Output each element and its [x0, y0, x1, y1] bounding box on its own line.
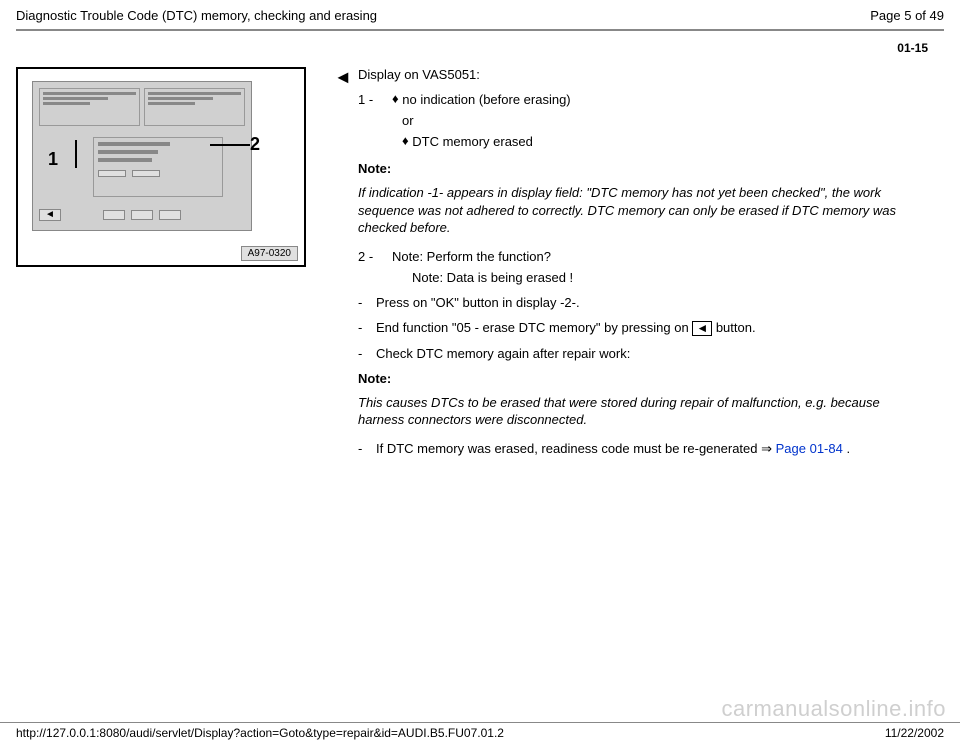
main-content: ◄ 1 2 A97-0320 ◄ Display on VAS5051:: [0, 67, 960, 477]
list-item-1b: ♦ DTC memory erased: [402, 134, 920, 149]
lead-text: Display on VAS5051:: [358, 67, 920, 82]
dialog-btn: [98, 170, 126, 177]
top-panel-right: [144, 88, 245, 126]
bottom-btn: [131, 210, 153, 220]
placeholder-line: [98, 142, 170, 146]
placeholder-line: [148, 92, 241, 95]
dash-bullet: -: [358, 441, 376, 457]
bottom-buttons: [103, 210, 181, 220]
callout-1: 1: [48, 149, 58, 170]
item-number: 2 -: [358, 249, 392, 264]
note-body: This causes DTCs to be erased that were …: [358, 394, 920, 429]
text-column: ◄ Display on VAS5051: 1 - ♦ no indicatio…: [326, 67, 944, 477]
pointer-arrow-icon: ◄: [334, 67, 358, 88]
content-body: Display on VAS5051: 1 - ♦ no indication …: [358, 67, 944, 467]
dialog-btn: [132, 170, 160, 177]
step-3: - Check DTC memory again after repair wo…: [358, 346, 920, 361]
or-separator: or: [402, 113, 920, 128]
diamond-bullet-icon: ♦: [402, 133, 409, 148]
placeholder-line: [43, 102, 90, 105]
screen-top-panels: [39, 88, 245, 126]
placeholder-line: [98, 158, 152, 162]
note-heading: Note:: [358, 371, 920, 386]
placeholder-line: [98, 150, 158, 154]
callout-2: 2: [250, 134, 260, 155]
step-4b: .: [843, 441, 850, 456]
dash-bullet: -: [358, 346, 376, 361]
item-1b-text: DTC memory erased: [409, 134, 533, 149]
dash-bullet: -: [358, 320, 376, 336]
note-body: If indication -1- appears in display fie…: [358, 184, 920, 237]
item-number: 1 -: [358, 92, 392, 107]
callout-1-leader: [75, 140, 77, 168]
step-1-text: Press on "OK" button in display -2-.: [376, 295, 580, 310]
step-4a: If DTC memory was erased, readiness code…: [376, 441, 776, 456]
step-2a: End function "05 - erase DTC memory" by …: [376, 320, 692, 335]
item-text: ♦ no indication (before erasing): [392, 92, 571, 107]
placeholder-line: [43, 92, 136, 95]
screen-dialog: [93, 137, 223, 197]
note-heading: Note:: [358, 161, 920, 176]
top-panel-left: [39, 88, 140, 126]
dialog-buttons: [98, 170, 218, 177]
page-link[interactable]: Page 01-84: [776, 441, 843, 456]
footer-date: 11/22/2002: [885, 726, 944, 740]
page-code: 01-15: [0, 41, 960, 55]
step-2: - End function "05 - erase DTC memory" b…: [358, 320, 920, 336]
lead-row: ◄ Display on VAS5051: 1 - ♦ no indicatio…: [334, 67, 944, 467]
page-header: Diagnostic Trouble Code (DTC) memory, ch…: [0, 0, 960, 29]
watermark: carmanualsonline.info: [721, 696, 946, 722]
dash-bullet: -: [358, 295, 376, 310]
step-3-text: Check DTC memory again after repair work…: [376, 346, 630, 361]
step-2b: button.: [712, 320, 755, 335]
step-2-text: End function "05 - erase DTC memory" by …: [376, 320, 756, 336]
item-2-text: Note: Perform the function?: [392, 249, 551, 264]
bottom-btn: [159, 210, 181, 220]
screen-bottom-bar: ◄: [39, 206, 245, 224]
step-1: - Press on "OK" button in display -2-.: [358, 295, 920, 310]
placeholder-line: [43, 97, 108, 100]
step-4: - If DTC memory was erased, readiness co…: [358, 441, 920, 457]
figure-label: A97-0320: [241, 246, 298, 261]
header-rule: [16, 29, 944, 31]
list-item-2: 2 - Note: Perform the function?: [358, 249, 920, 264]
doc-title: Diagnostic Trouble Code (DTC) memory, ch…: [16, 8, 377, 23]
diagnostic-screen-figure: ◄ 1 2 A97-0320: [16, 67, 306, 267]
item-1-text: no indication (before erasing): [399, 92, 571, 107]
nav-back-icon: ◄: [39, 209, 61, 221]
figure-column: ◄ 1 2 A97-0320: [16, 67, 326, 477]
diamond-bullet-icon: ♦: [392, 91, 399, 106]
page-footer: http://127.0.0.1:8080/audi/servlet/Displ…: [0, 722, 960, 742]
list-item-1: 1 - ♦ no indication (before erasing): [358, 92, 920, 107]
footer-url: http://127.0.0.1:8080/audi/servlet/Displ…: [16, 726, 504, 740]
callout-2-leader: [210, 144, 250, 146]
page-counter: Page 5 of 49: [870, 8, 944, 23]
bottom-btn: [103, 210, 125, 220]
placeholder-line: [148, 102, 195, 105]
vas-screen: ◄: [32, 81, 252, 231]
back-button-icon: ◄: [692, 321, 712, 336]
placeholder-line: [148, 97, 213, 100]
item-2-sub: Note: Data is being erased !: [412, 270, 920, 285]
step-4-text: If DTC memory was erased, readiness code…: [376, 441, 850, 457]
